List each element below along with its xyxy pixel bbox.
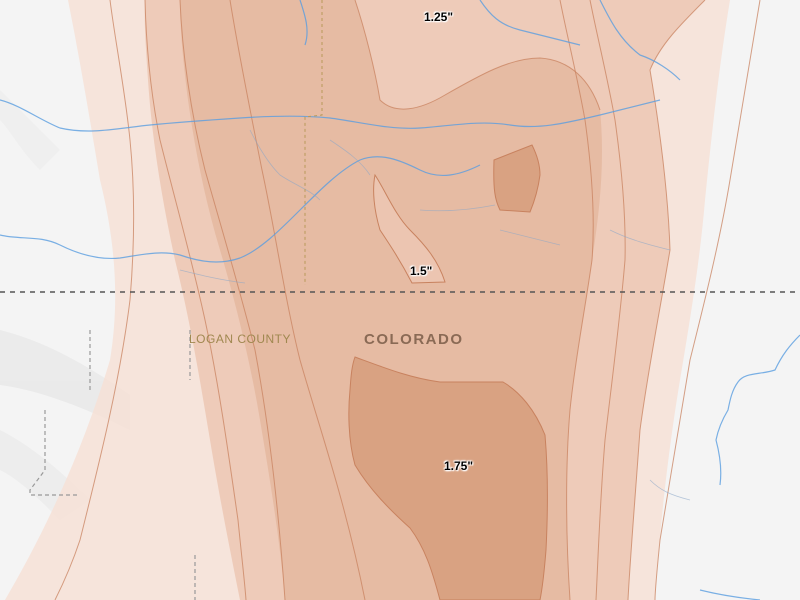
precipitation-map[interactable]: 1.25" 1.5" 1.75" COLORADO LOGAN COUNTY [0,0,800,600]
contour-label-1-5: 1.5" [410,264,433,278]
map-canvas [0,0,800,600]
state-label: COLORADO [364,331,464,348]
contour-label-1-75: 1.75" [444,459,474,473]
river-east [715,334,800,486]
contour-label-1-25: 1.25" [424,10,454,24]
county-label: LOGAN COUNTY [189,332,292,346]
